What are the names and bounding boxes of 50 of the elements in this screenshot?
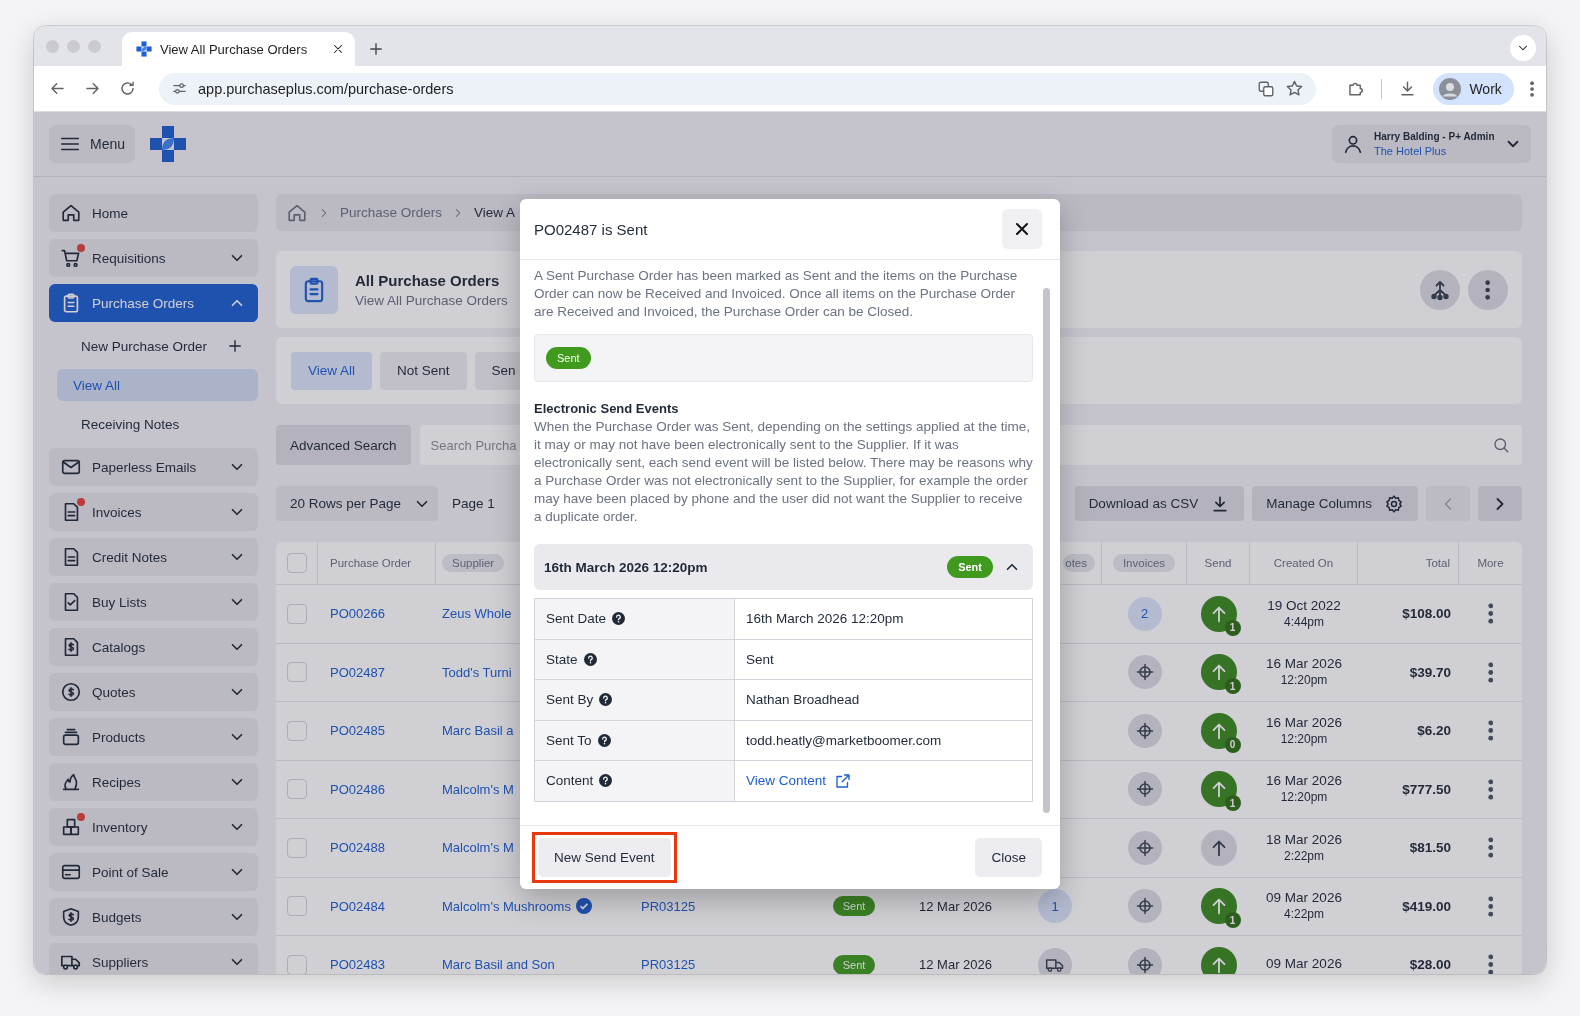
count-badge: 1 [1224,912,1241,929]
table-cell: 4:22pm [1284,907,1324,923]
page-title: All Purchase Orders [355,271,501,289]
user-name: Harry Balding - P+ Admin [1374,131,1495,142]
field-label: State [546,651,578,667]
page-indicator: Page 1 [452,496,495,511]
table-cell: $39.70 [1409,664,1451,680]
page-subtitle: View All Purchase Orders [355,292,508,308]
table-cell: 16 Mar 2026 [1266,773,1342,791]
table-cell: $777.50 [1402,781,1451,797]
table-cell: $419.00 [1402,898,1451,914]
table-cell: 12:20pm [1280,731,1328,747]
table-cell: 16 Mar 2026 [1266,714,1342,732]
table-cell: 16 Mar 2026 [1266,656,1342,674]
status-badge: Sent [546,347,591,369]
table-cell: $6.20 [1417,723,1451,739]
field-label: Sent To [546,732,592,748]
table-cell: 09 Mar 2026 [1266,956,1342,974]
count-badge: 1 [1224,619,1241,636]
status-badge: Sent [832,954,876,974]
field-value: 16th March 2026 12:20pm [746,611,904,627]
events-description: When the Purchase Order was Sent, depending on the settings applied at the time, it may or may not have been electronically sent to the Supplier. If it was electronically sent, each send event will be listed below. There may be reasons why a Purchase Order was not electronically sent to the Supplier, for example the order may have been placed by phone and the user did not want the Supplier to receive a duplicate order. [534,418,1033,526]
field-value: Nathan Broadhead [746,692,860,708]
table-cell: $108.00 [1402,606,1451,622]
field-label: Sent Date [546,611,607,627]
status-badge: Sent [832,896,876,917]
table-cell: $81.50 [1409,840,1451,856]
field-label: Sent By [546,692,594,708]
table-cell: 12:20pm [1280,790,1328,806]
count-badge: 1 [1224,795,1241,812]
table-cell: $28.00 [1409,957,1451,973]
table-cell: 12:20pm [1280,673,1328,689]
organisation-name: The Hotel Plus [1374,145,1448,157]
count-badge: 0 [1224,736,1241,753]
table-cell: 18 Mar 2026 [1266,831,1342,849]
table-cell: 2:22pm [1284,848,1324,864]
table-cell: 09 Mar 2026 [1266,890,1342,908]
table-cell: 19 Oct 2022 [1267,597,1341,615]
table-cell: 12 Mar 2026 [919,957,992,973]
table-cell: 12 Mar 2026 [919,898,992,914]
field-label: Content [546,773,594,789]
count-badge: 1 [1224,678,1241,695]
tab-title: View All Purchase Orders [160,41,309,57]
status-badge: Sent [947,556,993,578]
table-cell: 4:44pm [1284,614,1324,630]
status-description: A Sent Purchase Order has been marked as Sent and the items on the Purchase Order can now be Received and Invoiced. Once all items on the Purchase Order are Received and Invoiced, the Purchase Order can be Closed. [534,267,1019,321]
field-value: todd.heatly@marketboomer.com [746,732,942,748]
field-value: Sent [746,651,774,667]
section-heading: Electronic Send Events [534,401,680,416]
dialog-title: PO02487 is Sent [534,220,649,238]
